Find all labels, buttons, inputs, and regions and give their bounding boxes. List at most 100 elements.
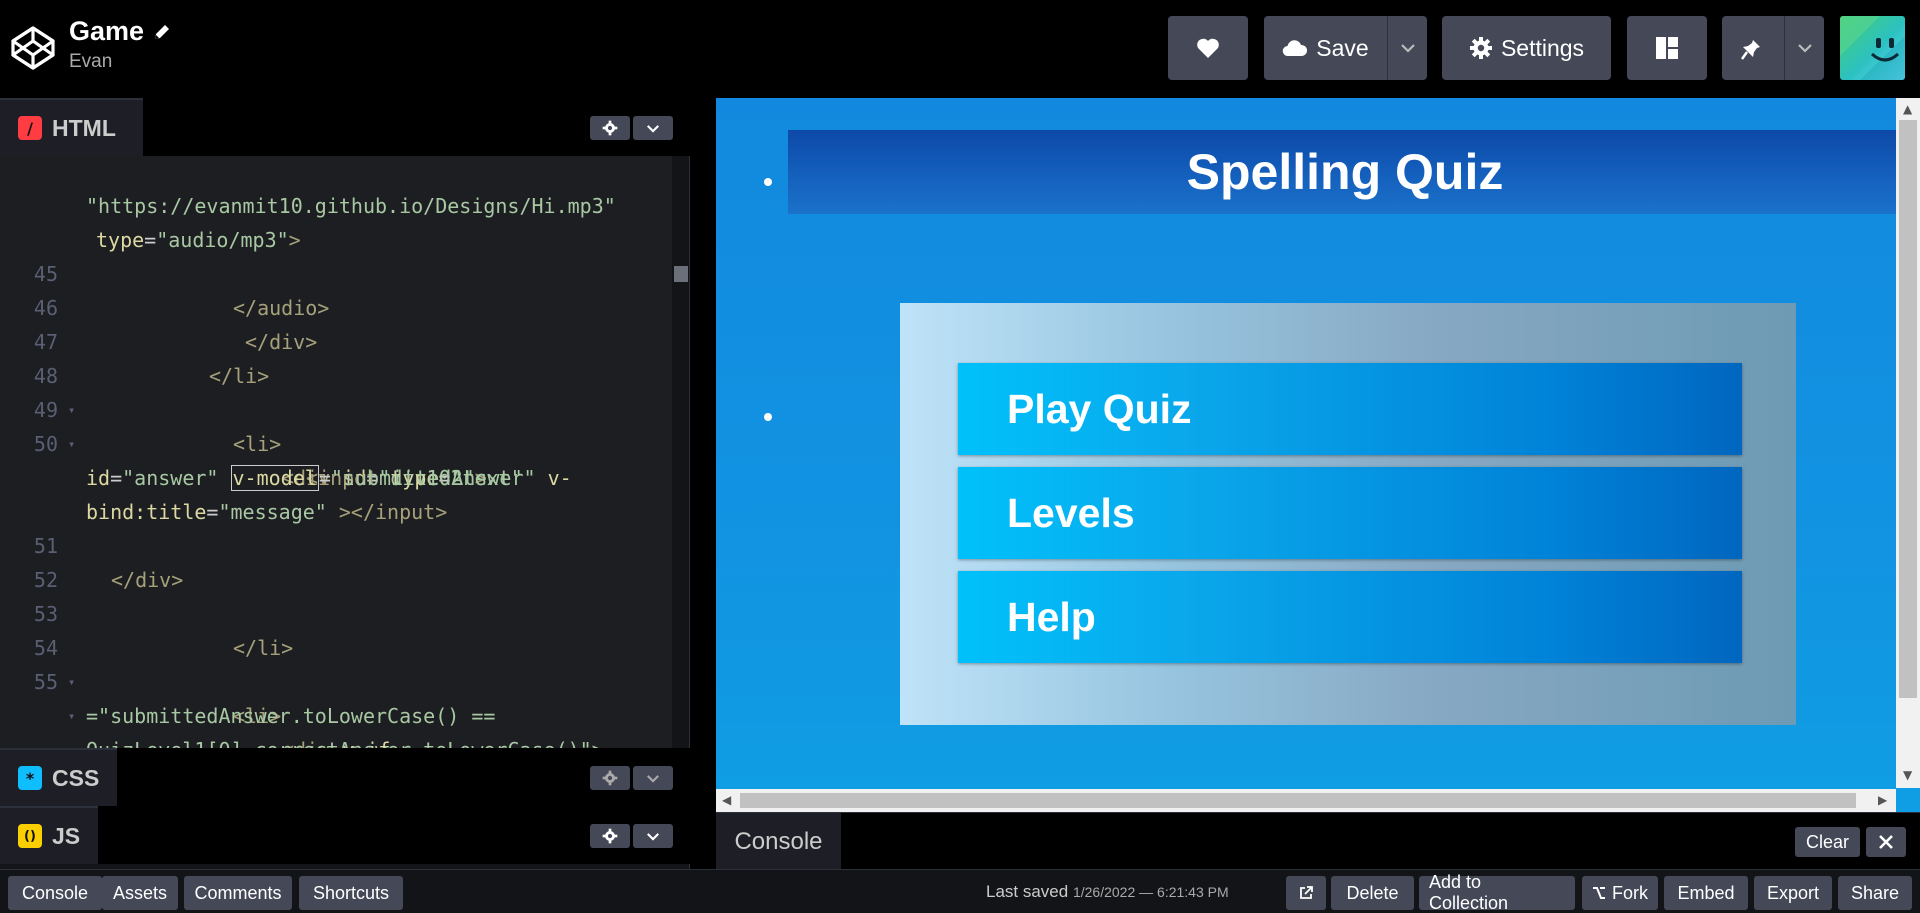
code-line: 52 [33,568,58,592]
html-icon: / [18,116,42,140]
app-header: Game Evan Save Settings [0,0,1920,98]
settings-label: Settings [1500,34,1585,61]
help-label: Help [1007,593,1096,640]
share-button[interactable]: Share [1838,876,1912,910]
highlighted-token: v-model [230,465,319,491]
save-button[interactable]: Save [1264,16,1387,80]
html-settings-button[interactable] [590,116,630,140]
chevron-down-icon [647,832,659,841]
code-line: id="answer" v-model ="submittedAnswer" v- [86,465,572,491]
code-line: 55 ▾ <div v-if [0,631,390,762]
heart-icon [1197,38,1219,58]
preview-horizontal-scrollbar[interactable]: ◀ ▶ [716,789,1896,812]
user-avatar[interactable] [1840,16,1905,80]
chevron-down-icon [647,774,659,783]
avatar-face-icon [1840,16,1905,80]
list-bullet [764,178,772,186]
scroll-right-arrow-icon[interactable]: ▶ [1878,793,1887,807]
play-quiz-button[interactable]: Play Quiz [958,363,1742,455]
code-line: ="submittedAnswer.toLowerCase() == [86,704,496,728]
js-settings-button[interactable] [590,824,630,848]
pin-button[interactable] [1722,16,1784,80]
footer-comments-button[interactable]: Comments [184,876,292,910]
console-close-button[interactable] [1866,827,1906,857]
embed-button[interactable]: Embed [1664,876,1748,910]
settings-button[interactable]: Settings [1442,16,1611,80]
pencil-icon[interactable] [152,22,172,42]
code-line: 50 <input type="text" [33,432,523,490]
css-settings-button[interactable] [590,766,630,790]
quiz-title: Spelling Quiz [1186,144,1504,200]
footer-bar: Console Assets Comments Shortcuts Last s… [0,869,1920,913]
project-title-text: Game [69,16,145,46]
code-line: 47 </li> [33,330,270,388]
pin-options-button[interactable] [1784,16,1824,80]
code-line: 48 ▾ <li> [33,364,282,456]
gear-icon [602,770,618,786]
play-quiz-label: Play Quiz [1007,385,1192,432]
code-scrollbar-thumb[interactable] [674,266,688,282]
close-icon [1879,835,1893,849]
footer-assets-button[interactable]: Assets [102,876,178,910]
result-preview: Spelling Quiz Play Quiz Levels Help [716,98,1920,812]
scroll-left-arrow-icon[interactable]: ◀ [722,793,731,807]
code-line: 51 </div> [33,534,184,592]
project-title[interactable]: Game [69,16,172,47]
levels-label: Levels [1007,489,1135,536]
footer-console-button[interactable]: Console [8,876,102,910]
project-author[interactable]: Evan [69,51,172,73]
open-external-button[interactable] [1286,876,1326,910]
chevron-down-icon [647,124,659,133]
gear-icon [602,828,618,844]
scroll-down-arrow-icon[interactable]: ▼ [1903,768,1912,782]
tab-console[interactable]: Console [716,813,841,870]
horizontal-scroll-thumb[interactable] [740,793,1856,808]
tab-css-label: CSS [52,764,100,791]
code-line: 53 </li> [33,602,294,660]
css-icon: * [18,766,42,790]
gear-icon [602,120,618,136]
levels-button[interactable]: Levels [958,467,1742,559]
last-saved-status: Last saved 1/26/2022 — 6:21:43 PM [986,882,1229,902]
css-collapse-button[interactable] [633,766,673,790]
fork-button[interactable]: Fork [1582,876,1658,910]
external-link-icon [1300,886,1313,899]
pin-icon [1741,37,1760,60]
fork-label: Fork [1612,882,1648,903]
tab-html[interactable]: / HTML [0,98,143,156]
footer-shortcuts-button[interactable]: Shortcuts [299,876,403,910]
delete-button[interactable]: Delete [1331,876,1414,910]
change-view-button[interactable] [1627,16,1707,80]
console-clear-button[interactable]: Clear [1795,827,1860,857]
love-button[interactable] [1168,16,1248,80]
tab-js[interactable]: () JS [0,806,98,864]
html-collapse-button[interactable] [633,116,673,140]
tab-css[interactable]: * CSS [0,748,117,806]
help-button[interactable]: Help [958,571,1742,663]
editor-column: / HTML "https://evanmit10.github.io/Desi… [0,98,690,869]
css-pane-header: * CSS [0,748,690,806]
code-line: 54 ▾ <li> [33,636,282,728]
tab-html-label: HTML [52,114,116,141]
scroll-up-arrow-icon[interactable]: ▲ [1903,102,1912,116]
fork-icon [1593,887,1605,899]
chevron-down-icon [1400,44,1415,53]
save-options-button[interactable] [1387,16,1427,80]
html-pane-header: / HTML [0,98,690,156]
vertical-scroll-thumb[interactable] [1899,120,1917,698]
code-line: bind:title="message" ></input> [86,500,448,524]
code-line: 46 </div> [33,296,318,354]
save-label: Save [1316,34,1369,61]
last-saved-label: Last saved [986,882,1069,901]
chevron-down-icon [1797,44,1812,53]
add-to-collection-button[interactable]: Add to Collection [1419,872,1575,913]
codepen-logo-icon[interactable] [10,25,56,71]
list-bullet [764,413,772,421]
cloud-icon [1283,40,1308,57]
preview-vertical-scrollbar[interactable]: ▲ ▼ [1896,98,1920,788]
js-icon: () [18,824,42,848]
code-line: 45 </audio> [33,262,330,320]
js-collapse-button[interactable] [633,824,673,848]
html-code-editor[interactable]: "https://evanmit10.github.io/Designs/Hi.… [0,156,672,843]
export-button[interactable]: Export [1754,876,1832,910]
